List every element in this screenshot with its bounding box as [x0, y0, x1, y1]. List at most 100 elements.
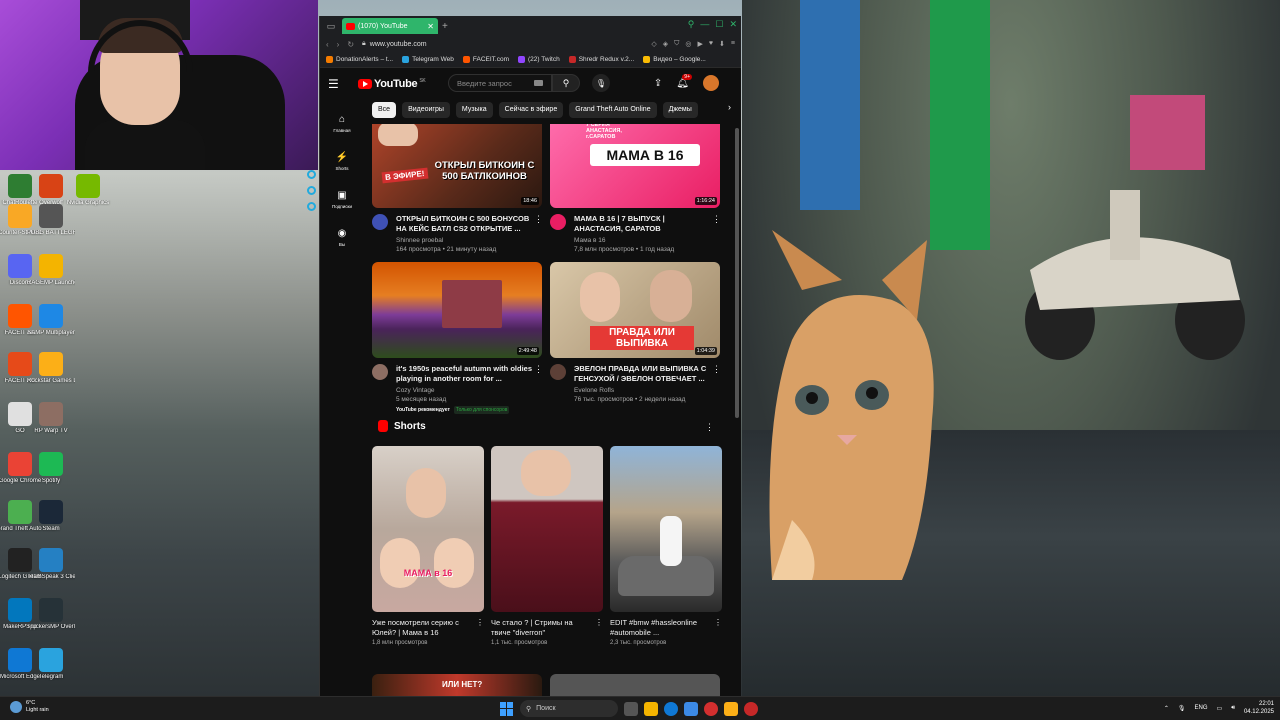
desktop-icon[interactable]: TruckersMP Overlay: [27, 598, 75, 646]
video-channel[interactable]: Shinnee proebal: [396, 237, 534, 244]
chip-1[interactable]: Видеоигры: [402, 102, 450, 118]
video-card[interactable]: В ЭФИРЕ! ОТКРЫЛ БИТКОИН С 500 БАТЛКОИНОВ…: [372, 124, 543, 253]
url-field[interactable]: www.youtube.com: [370, 41, 427, 48]
video-channel[interactable]: Cozy Vintage: [396, 387, 534, 394]
short-card[interactable]: МАМА в 16 Уже посмотрели серию с Юлей? |…: [372, 446, 484, 646]
bookmark-item[interactable]: DonationAlerts – t...: [326, 56, 393, 63]
wallet-icon[interactable]: ◎: [685, 40, 691, 48]
settings-icon[interactable]: ≡: [731, 40, 735, 48]
nav-item-3[interactable]: ◉ Вы: [320, 218, 364, 256]
chip-2[interactable]: Музыка: [455, 102, 493, 118]
channel-avatar[interactable]: [550, 214, 566, 230]
close-window-button[interactable]: ✕: [729, 19, 737, 30]
notifications-icon[interactable]: 🔔︎ 9+: [676, 73, 692, 89]
play-icon[interactable]: ▶: [697, 40, 702, 48]
shield-icon[interactable]: ⛉: [674, 40, 679, 48]
youtube-logo[interactable]: YouTube SK: [358, 78, 426, 90]
scrollbar[interactable]: [735, 128, 739, 418]
short-thumbnail[interactable]: [610, 446, 722, 612]
video-title[interactable]: МАМА В 16 | 7 ВЫПУСК | АНАСТАСИЯ, САРАТО…: [574, 214, 712, 234]
channel-avatar[interactable]: [372, 214, 388, 230]
short-title[interactable]: EDIT #bmw #hassleonline #automobile ...: [610, 618, 708, 638]
taskbar-search[interactable]: ⚲ Поиск: [520, 700, 618, 717]
download-icon[interactable]: ⬇: [719, 40, 725, 48]
video-title[interactable]: it's 1950s peaceful autumn with oldies p…: [396, 364, 534, 384]
start-button[interactable]: [500, 701, 514, 716]
chip-next-icon[interactable]: ›: [728, 102, 731, 112]
overlay-dot-1[interactable]: [307, 170, 316, 179]
more-options-icon[interactable]: ⋮: [534, 214, 543, 253]
desktop-icon[interactable]: PUBG BATTLEGROUNDS: [27, 204, 75, 252]
sidebar-toggle-icon[interactable]: ▭: [324, 19, 338, 33]
minimize-button[interactable]: —: [700, 19, 709, 30]
tray-chevron-icon[interactable]: ⌃: [1164, 705, 1169, 712]
more-options-icon[interactable]: ⋮: [712, 364, 721, 403]
short-title[interactable]: Уже посмотрели серию с Юлей? | Мама в 16: [372, 618, 470, 638]
forward-button[interactable]: ›: [337, 40, 340, 49]
video-card[interactable]: ПРАВДА ИЛИ ВЫПИВКА 1:04:39 ЭВЕЛОН ПРАВДА…: [550, 262, 721, 403]
desktop-icon[interactable]: SAMP Multiplayer: [27, 304, 75, 352]
video-thumbnail[interactable]: 2:49:48: [372, 262, 542, 358]
desktop-icon[interactable]: TeamSpeak 3 Client: [27, 548, 75, 596]
overlay-dot-2[interactable]: [307, 186, 316, 195]
desktop-icon[interactable]: Spotify: [27, 452, 75, 500]
chip-3[interactable]: Сейчас в эфире: [498, 102, 564, 118]
store-icon[interactable]: [684, 701, 698, 716]
reload-button[interactable]: ↻: [347, 40, 354, 49]
task-view-icon[interactable]: [624, 701, 638, 716]
short-title[interactable]: Че стало ? | Стримы на твиче "diverron": [491, 618, 589, 638]
lock-icon[interactable]: 🔒︎: [362, 40, 366, 48]
rockstar-icon[interactable]: [724, 701, 738, 716]
nav-item-2[interactable]: ▣ Подписки: [320, 180, 364, 218]
network-icon[interactable]: ▭: [1217, 705, 1223, 712]
mic-tray-icon[interactable]: 🎙︎: [1178, 705, 1186, 712]
desktop-icon[interactable]: Rockstar Games L...: [27, 352, 75, 400]
back-button[interactable]: ‹: [326, 40, 329, 49]
shorts-more-icon[interactable]: ⋮: [705, 422, 714, 433]
short-thumbnail[interactable]: МАМА в 16: [372, 446, 484, 612]
bookmark-item[interactable]: Видео – Google...: [643, 56, 706, 63]
video-thumbnail[interactable]: В ЭФИРЕ! ОТКРЫЛ БИТКОИН С 500 БАТЛКОИНОВ…: [372, 124, 542, 208]
video-card[interactable]: 2:49:48 it's 1950s peaceful autumn with …: [372, 262, 543, 414]
chip-0[interactable]: Все: [372, 102, 397, 118]
bookmark-item[interactable]: Shredr Redux v.2...: [568, 56, 634, 63]
keyboard-icon[interactable]: [534, 80, 543, 86]
short-card[interactable]: EDIT #bmw #hassleonline #automobile ... …: [610, 446, 722, 646]
video-channel[interactable]: Evelone Rofls: [574, 387, 712, 394]
desktop-icon[interactable]: Steam: [27, 500, 75, 548]
video-thumbnail-peek[interactable]: ИЛИ НЕТ?: [372, 674, 542, 696]
more-options-icon[interactable]: ⋮: [714, 618, 722, 627]
language-indicator[interactable]: ENG: [1195, 705, 1208, 711]
weather-widget[interactable]: 6°C Light rain: [10, 700, 49, 714]
desktop-icon[interactable]: RP Warp TV: [27, 402, 75, 450]
tab-youtube[interactable]: (1070) YouTube ✕: [342, 18, 438, 34]
more-options-icon[interactable]: ⋮: [595, 618, 603, 627]
video-title[interactable]: ОТКРЫЛ БИТКОИН С 500 БОНУСОВ НА КЕЙС БАТ…: [396, 214, 534, 234]
file-explorer-icon[interactable]: [644, 701, 658, 716]
bookmark-icon[interactable]: ◇: [651, 40, 656, 48]
more-options-icon[interactable]: ⋮: [476, 618, 484, 627]
bookmark-item[interactable]: (22) Twitch: [518, 56, 560, 63]
edge-icon[interactable]: [664, 701, 678, 716]
desktop-icon[interactable]: Telegram: [27, 648, 75, 696]
search-button[interactable]: ⚲: [552, 74, 580, 92]
new-tab-button[interactable]: +: [442, 21, 448, 32]
avatar[interactable]: [703, 75, 719, 91]
extension-icon[interactable]: ◈: [663, 40, 668, 48]
bookmark-item[interactable]: FACEIT.com: [462, 56, 509, 63]
volume-icon[interactable]: 🔊︎: [1231, 705, 1235, 712]
create-upload-icon[interactable]: ⇪: [654, 78, 662, 89]
chip-4[interactable]: Grand Theft Auto Online: [569, 102, 657, 118]
video-thumbnail[interactable]: 7 СЕРИЯ АНАСТАСИЯ, г.САРАТОВ МАМА В 16 1…: [550, 124, 720, 208]
tab-close-icon[interactable]: ✕: [427, 22, 434, 31]
voice-search-button[interactable]: 🎙︎: [592, 74, 610, 92]
video-thumbnail[interactable]: ПРАВДА ИЛИ ВЫПИВКА 1:04:39: [550, 262, 720, 358]
maximize-button[interactable]: ☐: [715, 19, 723, 30]
chrome-icon[interactable]: [744, 701, 758, 716]
clock[interactable]: 22:01 04.12.2025: [1244, 700, 1274, 716]
video-channel[interactable]: Мама в 16: [574, 237, 712, 244]
video-title[interactable]: ЭВЕЛОН ПРАВДА ИЛИ ВЫПИВКА С ГЕНСУХОЙ / Э…: [574, 364, 712, 384]
menu-icon[interactable]: ☰: [328, 77, 358, 91]
chip-5[interactable]: Джемы: [662, 102, 698, 118]
short-card[interactable]: Че стало ? | Стримы на твиче "diverron" …: [491, 446, 603, 646]
